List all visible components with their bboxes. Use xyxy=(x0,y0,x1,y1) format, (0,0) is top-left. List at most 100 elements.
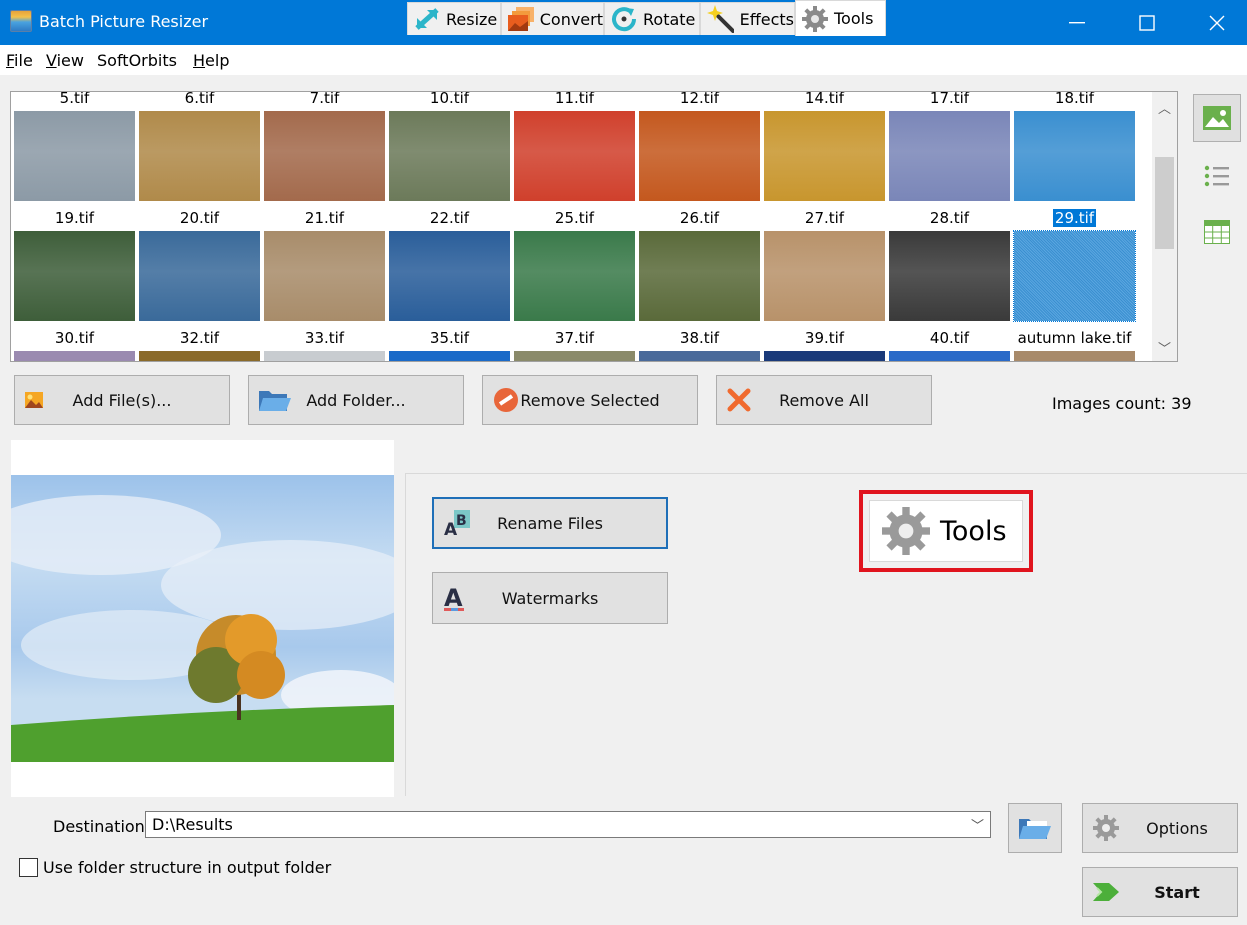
thumbnail-image[interactable] xyxy=(264,111,385,201)
browse-folder-button[interactable] xyxy=(1008,803,1062,853)
thumbnail-label[interactable]: 6.tif xyxy=(139,92,260,108)
thumbnail-image[interactable] xyxy=(514,111,635,201)
thumbnail-image[interactable] xyxy=(1014,351,1135,361)
chevron-down-icon[interactable]: ﹀ xyxy=(971,815,984,834)
folder-icon xyxy=(259,391,291,411)
tab-effects[interactable]: Effects xyxy=(700,2,795,35)
thumbnail-label[interactable]: 39.tif xyxy=(764,328,885,348)
thumbnail-label[interactable]: 11.tif xyxy=(514,92,635,108)
thumbnail-image[interactable] xyxy=(389,111,510,201)
options-button[interactable]: Options xyxy=(1082,803,1238,853)
thumbnail-label[interactable]: 7.tif xyxy=(264,92,385,108)
magic-wand-icon xyxy=(707,5,734,33)
thumbnail-image[interactable] xyxy=(139,231,260,321)
thumbnail-label[interactable]: 25.tif xyxy=(514,208,635,228)
tab-convert[interactable]: Convert xyxy=(501,2,604,35)
rename-files-button[interactable]: AB Rename Files xyxy=(432,497,668,549)
add-image-icon xyxy=(25,392,43,408)
menu-softorbits[interactable]: SoftOrbits xyxy=(97,51,177,70)
thumbnail-image[interactable] xyxy=(14,231,135,321)
thumbnail-image[interactable] xyxy=(264,351,385,361)
thumbnail-label[interactable]: 28.tif xyxy=(889,208,1010,228)
thumbnail-image[interactable] xyxy=(639,231,760,321)
tab-resize[interactable]: Resize xyxy=(407,2,501,35)
svg-text:A: A xyxy=(444,584,463,612)
remove-all-button[interactable]: Remove All xyxy=(716,375,932,425)
thumbnail-label[interactable]: 33.tif xyxy=(264,328,385,348)
thumbnail-image[interactable] xyxy=(889,231,1010,321)
image-gallery[interactable]: ︿ ﹀ 5.tif 6.tif 7.tif 10.tif 11.tif 12.tif 14.… xyxy=(10,91,1178,362)
thumbnail-image[interactable] xyxy=(639,351,760,361)
tools-callout: Tools xyxy=(859,490,1033,572)
thumbnail-image[interactable] xyxy=(764,111,885,201)
thumbnail-label[interactable]: 20.tif xyxy=(139,208,260,228)
thumbnail-label[interactable]: 10.tif xyxy=(389,92,510,108)
scrollbar-thumb[interactable] xyxy=(1155,157,1174,249)
menu-help[interactable]: Help xyxy=(193,51,229,70)
thumbnail-image[interactable] xyxy=(264,231,385,321)
thumbnail-image[interactable] xyxy=(514,231,635,321)
thumbnail-label[interactable]: 29.tif xyxy=(1014,208,1135,228)
thumbnail-image[interactable] xyxy=(389,231,510,321)
thumbnail-label[interactable]: 27.tif xyxy=(764,208,885,228)
thumbnails-view-button[interactable] xyxy=(1193,94,1241,142)
minimize-button[interactable] xyxy=(1042,0,1112,45)
thumbnail-label[interactable]: 22.tif xyxy=(389,208,510,228)
thumbnail-image[interactable] xyxy=(389,351,510,361)
tab-rotate[interactable]: Rotate xyxy=(604,2,700,35)
add-files-button[interactable]: Add File(s)... xyxy=(14,375,230,425)
list-view-button[interactable] xyxy=(1193,152,1241,200)
start-button[interactable]: Start xyxy=(1082,867,1238,917)
images-count: Images count: 39 xyxy=(1052,394,1192,413)
thumbnail-image[interactable] xyxy=(139,351,260,361)
rename-icon: AB xyxy=(444,510,470,536)
thumbnail-label[interactable]: 5.tif xyxy=(14,92,135,108)
thumbnail-image[interactable] xyxy=(889,111,1010,201)
thumbnail-label[interactable]: 18.tif xyxy=(1014,92,1135,108)
thumbnail-label[interactable]: 35.tif xyxy=(389,328,510,348)
watermark-icon: A xyxy=(444,584,464,612)
scroll-up-icon[interactable]: ︿ xyxy=(1152,98,1177,117)
close-button[interactable] xyxy=(1182,0,1247,45)
thumbnail-image[interactable] xyxy=(1014,111,1135,201)
table-view-button[interactable] xyxy=(1193,208,1241,256)
thumbnail-image[interactable] xyxy=(639,111,760,201)
add-folder-button[interactable]: Add Folder... xyxy=(248,375,464,425)
use-folder-structure-checkbox[interactable] xyxy=(19,858,38,877)
thumbnail-label[interactable]: 37.tif xyxy=(514,328,635,348)
thumbnail-label[interactable]: 40.tif xyxy=(889,328,1010,348)
svg-text:B: B xyxy=(456,513,467,529)
thumbnail-image[interactable] xyxy=(889,351,1010,361)
thumbnail-image[interactable] xyxy=(14,111,135,201)
thumbnail-image[interactable] xyxy=(764,351,885,361)
thumbnail-label[interactable]: 26.tif xyxy=(639,208,760,228)
menu-bar: File View SoftOrbits Help xyxy=(0,45,1247,75)
watermarks-button[interactable]: A Watermarks xyxy=(432,572,668,624)
thumbnail-label[interactable]: 17.tif xyxy=(889,92,1010,108)
remove-selected-button[interactable]: Remove Selected xyxy=(482,375,698,425)
thumbnail-label[interactable]: 32.tif xyxy=(139,328,260,348)
folder-icon xyxy=(1019,819,1051,839)
thumbnail-label[interactable]: 30.tif xyxy=(14,328,135,348)
thumbnail-label[interactable]: 21.tif xyxy=(264,208,385,228)
thumbnail-image[interactable] xyxy=(514,351,635,361)
thumbnail-label[interactable]: 19.tif xyxy=(14,208,135,228)
maximize-button[interactable] xyxy=(1112,0,1182,45)
tab-tools[interactable]: Tools xyxy=(795,0,886,36)
menu-view[interactable]: View xyxy=(46,51,84,70)
thumbnail-image[interactable] xyxy=(14,351,135,361)
menu-file[interactable]: File xyxy=(6,51,33,70)
scroll-down-icon[interactable]: ﹀ xyxy=(1152,338,1177,357)
thumbnail-image[interactable] xyxy=(764,231,885,321)
thumbnail-label[interactable]: 38.tif xyxy=(639,328,760,348)
thumbnail-image[interactable] xyxy=(139,111,260,201)
destination-input[interactable]: D:\Results ﹀ xyxy=(145,811,991,838)
thumbnail-image[interactable] xyxy=(1013,230,1136,322)
convert-icon xyxy=(508,7,534,31)
thumbnail-label[interactable]: autumn lake.tif xyxy=(1014,328,1135,348)
thumbnail-label[interactable]: 12.tif xyxy=(639,92,760,108)
gear-icon xyxy=(802,5,828,32)
thumbnail-label[interactable]: 14.tif xyxy=(764,92,885,108)
preview-pane xyxy=(11,440,394,797)
gallery-scrollbar[interactable]: ︿ ﹀ xyxy=(1152,92,1177,361)
